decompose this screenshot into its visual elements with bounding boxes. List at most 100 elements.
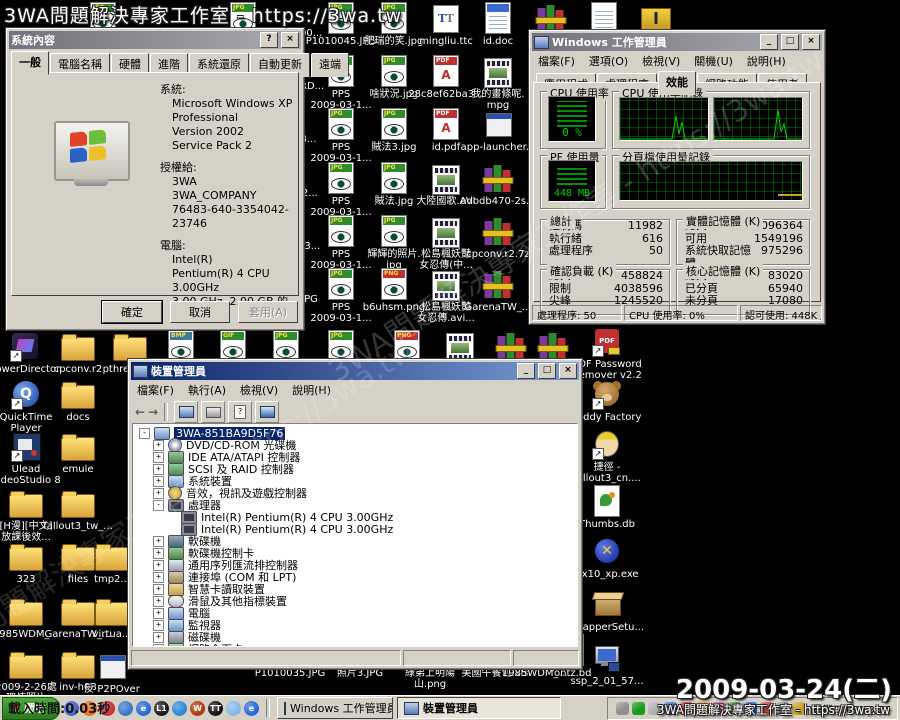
info-line: Version 2002 — [172, 125, 298, 139]
shortcut-arrow-icon: ↗ — [592, 448, 604, 460]
task-manager-window[interactable]: Windows 工作管理員 _ □ × 檔案(F) 選項(O) 檢視(V) 關機(U)… — [528, 29, 826, 325]
tree-node[interactable]: +網路介面卡 — [139, 643, 577, 647]
desktop-icon[interactable]: emule — [32, 430, 124, 475]
show-console-tree-button[interactable] — [174, 401, 198, 423]
forward-icon[interactable]: → — [148, 406, 158, 418]
blue-app-icon[interactable] — [172, 701, 187, 716]
expand-icon[interactable]: + — [153, 488, 164, 499]
remote-desktop-icon[interactable] — [118, 701, 133, 716]
apply-button[interactable]: 套用(A) — [238, 301, 298, 323]
system-properties-titlebar[interactable]: 系統內容 ? × — [9, 31, 301, 49]
green-led-icon[interactable] — [632, 702, 645, 715]
device-manager-statusbar — [131, 650, 579, 666]
expand-icon[interactable]: + — [153, 572, 164, 583]
cancel-button[interactable]: 取消 — [170, 301, 230, 323]
printer-icon[interactable] — [616, 702, 629, 715]
media-player-icon[interactable] — [100, 701, 115, 716]
close-button[interactable]: × — [802, 34, 820, 50]
cpu-usage-meter: 0 % — [548, 96, 596, 142]
device-manager-window[interactable]: 裝置管理員 _ □ × 檔案(F) 執行(A) 檢視(V) 說明(H) ← → ? -… — [127, 358, 583, 670]
pf-usage-meter: 448 MB — [548, 160, 596, 202]
red-box-icon[interactable] — [760, 702, 773, 715]
ie-icon[interactable]: e — [136, 701, 151, 716]
expand-icon[interactable]: + — [153, 548, 164, 559]
minimize-button[interactable]: _ — [760, 34, 778, 50]
maximize-button[interactable]: □ — [781, 34, 799, 50]
expand-icon[interactable]: + — [153, 632, 164, 643]
help-docs-button[interactable]: ? — [228, 401, 252, 423]
tt-font-icon[interactable]: TT — [208, 701, 223, 716]
window-title: 系統內容 — [11, 32, 257, 48]
menu-item-檢視(V)[interactable]: 檢視(V) — [642, 53, 680, 67]
firefox-icon[interactable] — [82, 701, 97, 716]
ie2-icon[interactable]: e — [244, 701, 259, 716]
tab-一般[interactable]: 一般 — [11, 51, 49, 75]
desktop-icon-label: ssp_2_01_57... — [561, 676, 653, 687]
expand-icon[interactable]: + — [153, 584, 164, 595]
stat-group-title: 確認負載 (K) — [547, 263, 616, 279]
taskbar-button-Windows 工作管理員[interactable]: Windows 工作管理員 — [277, 697, 393, 719]
expand-icon[interactable]: + — [153, 452, 164, 463]
expand-icon[interactable]: + — [153, 620, 164, 631]
winamp-icon[interactable]: W — [190, 701, 205, 716]
tree-child-node[interactable]: Intel(R) Pentium(R) 4 CPU 3.00GHz — [139, 511, 577, 523]
desktop-icon[interactable]: fallout3_tw_... — [32, 487, 124, 532]
expand-icon[interactable]: + — [153, 596, 164, 607]
l1-app-icon[interactable]: L1 — [154, 701, 169, 716]
task-manager-titlebar[interactable]: Windows 工作管理員 _ □ × — [532, 33, 822, 51]
ime-icon[interactable] — [792, 702, 805, 715]
menu-item-關機(U)[interactable]: 關機(U) — [694, 53, 733, 67]
orange-app-icon[interactable] — [696, 702, 709, 715]
antivirus-icon[interactable] — [680, 702, 693, 715]
help-button[interactable]: ? — [260, 32, 278, 48]
expand-icon[interactable]: + — [153, 560, 164, 571]
menu-item-檢視(V)[interactable]: 檢視(V) — [240, 382, 278, 396]
desktop-screen: { "watermarks": { "top_left": "3WA問題解決專家… — [0, 0, 900, 720]
device-manager-app-icon — [133, 365, 148, 378]
expand-icon[interactable]: - — [153, 500, 164, 511]
desktop-icon[interactable]: docs — [32, 378, 124, 423]
status-cell — [403, 650, 512, 666]
close-button[interactable]: × — [559, 363, 577, 379]
gray-orb-icon[interactable] — [648, 702, 661, 715]
tree-node[interactable]: -處理器 — [139, 499, 577, 511]
properties-button[interactable] — [255, 401, 279, 423]
expand-icon[interactable]: + — [153, 464, 164, 475]
menu-item-檔案(F)[interactable]: 檔案(F) — [137, 382, 174, 396]
expand-icon[interactable]: + — [153, 536, 164, 547]
print-button[interactable] — [201, 401, 225, 423]
photo-app-icon[interactable] — [226, 701, 241, 716]
menu-item-說明(H)[interactable]: 說明(H) — [747, 53, 786, 67]
info-line: Microsoft Windows XP — [172, 97, 298, 111]
tab-效能[interactable]: 效能 — [658, 71, 696, 95]
expand-icon[interactable]: + — [153, 608, 164, 619]
maximize-button[interactable]: □ — [538, 363, 556, 379]
pink-app-icon[interactable] — [712, 702, 725, 715]
messenger-icon[interactable] — [64, 701, 79, 716]
expand-icon[interactable]: + — [153, 440, 164, 451]
msn-icon[interactable] — [664, 702, 677, 715]
expand-icon[interactable]: + — [153, 476, 164, 487]
menu-item-檔案(F)[interactable]: 檔案(F) — [538, 53, 575, 67]
leaf-icon[interactable] — [728, 702, 741, 715]
tab-遠端[interactable]: 遠端 — [311, 53, 349, 77]
close-button[interactable]: × — [281, 32, 299, 48]
ok-button[interactable]: 確定 — [102, 301, 162, 323]
start-button[interactable]: 開始 — [2, 697, 60, 720]
minimize-button[interactable]: _ — [517, 363, 535, 379]
blue-h-icon[interactable] — [744, 702, 757, 715]
stat-value: 83020 — [768, 270, 803, 283]
volume-icon[interactable] — [776, 702, 789, 715]
rar-file-icon — [481, 268, 515, 300]
taskbar-button-裝置管理員[interactable]: 裝置管理員 — [397, 697, 561, 719]
device-manager-titlebar[interactable]: 裝置管理員 _ □ × — [131, 362, 579, 380]
collapse-icon[interactable]: - — [139, 428, 150, 439]
expand-icon[interactable]: + — [153, 644, 164, 648]
menu-item-說明(H)[interactable]: 說明(H) — [292, 382, 331, 396]
stat-value: 11982 — [628, 220, 663, 233]
back-icon[interactable]: ← — [135, 406, 145, 418]
system-properties-window[interactable]: 系統內容 ? × 一般電腦名稱硬體進階系統還原自動更新遠端 系統: Micros… — [5, 27, 305, 331]
vault-file-icon: ↗ — [590, 428, 624, 460]
menu-item-執行(A)[interactable]: 執行(A) — [188, 382, 226, 396]
menu-item-選項(O)[interactable]: 選項(O) — [589, 53, 628, 67]
